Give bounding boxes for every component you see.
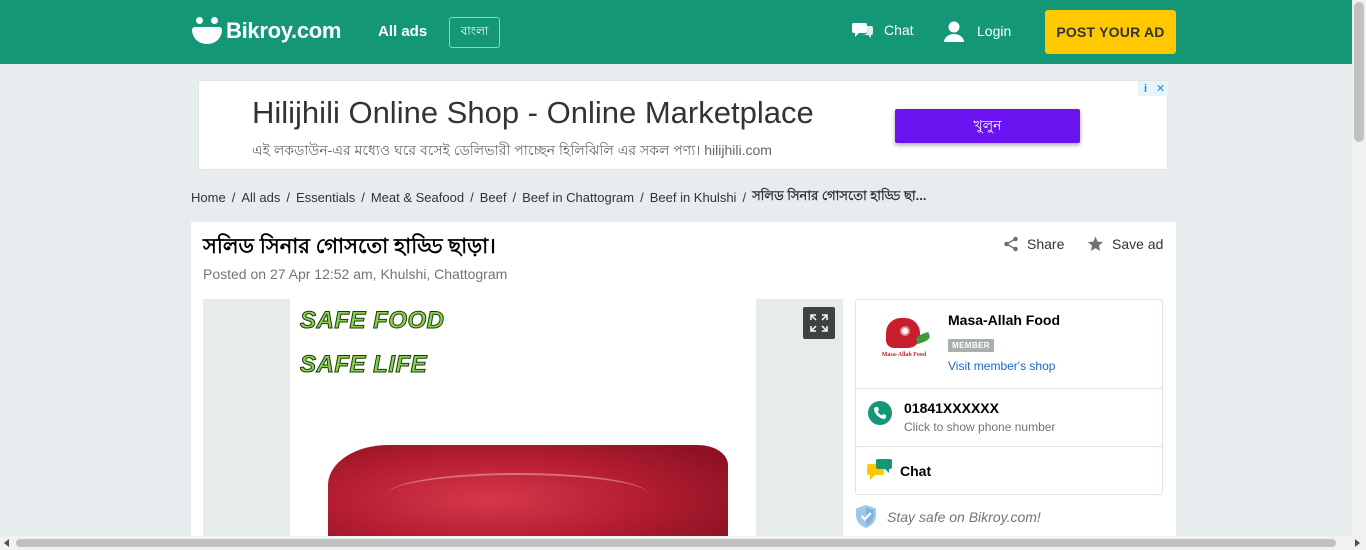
seller-panel: Masa-Allah Food Masa-Allah Food MEMBER V… — [855, 299, 1163, 495]
all-ads-link[interactable]: All ads — [378, 23, 427, 40]
site-header: Bikroy.com All ads বাংলা Chat Login POST… — [0, 0, 1352, 64]
phone-icon — [868, 401, 892, 425]
chat-icon — [867, 459, 892, 480]
breadcrumb-all-ads[interactable]: All ads — [241, 190, 280, 205]
vertical-scroll-thumb[interactable] — [1354, 2, 1364, 142]
header-chat-link[interactable]: Chat — [852, 20, 914, 40]
ad-banner-title[interactable]: Hilijhili Online Shop - Online Marketpla… — [252, 95, 814, 131]
listing-photo[interactable]: SAFE FOOD SAFE LIFE — [290, 299, 756, 536]
breadcrumb-separator: / — [470, 190, 474, 205]
advertisement-banner[interactable]: Hilijhili Online Shop - Online Marketpla… — [198, 80, 1168, 170]
smiley-logo-icon — [192, 16, 222, 46]
share-icon — [1004, 236, 1018, 252]
breadcrumb-home[interactable]: Home — [191, 190, 226, 205]
seller-chat-button[interactable]: Chat — [856, 447, 1162, 495]
breadcrumb-beef-khulshi[interactable]: Beef in Khulshi — [650, 190, 737, 205]
save-ad-button[interactable]: Save ad — [1087, 236, 1163, 252]
chat-bubbles-icon — [852, 23, 873, 38]
breadcrumb-separator: / — [512, 190, 517, 205]
share-label: Share — [1027, 236, 1065, 252]
breadcrumb-current: সলিড সিনার গোসতো হাড্ডি ছা... — [752, 188, 927, 203]
breadcrumb-separator: / — [742, 190, 747, 205]
breadcrumb: Home / All ads / Essentials / Meat & Sea… — [191, 187, 926, 208]
header-chat-label: Chat — [884, 22, 914, 38]
breadcrumb-separator: / — [361, 190, 365, 205]
expand-icon — [810, 314, 828, 332]
ad-close-icon[interactable]: ✕ — [1153, 81, 1168, 96]
horizontal-scrollbar[interactable] — [0, 536, 1366, 550]
phone-hint: Click to show phone number — [904, 420, 1056, 434]
ad-banner-open-button[interactable]: খুলুন — [895, 109, 1080, 143]
ad-choices: i ✕ — [1138, 81, 1168, 96]
vertical-scrollbar[interactable] — [1352, 0, 1366, 536]
breadcrumb-separator: / — [640, 190, 644, 205]
seller-info: Masa-Allah Food Masa-Allah Food MEMBER V… — [856, 300, 1162, 389]
visit-shop-link[interactable]: Visit member's shop — [948, 359, 1055, 373]
scroll-left-arrow-icon[interactable] — [4, 539, 9, 547]
photo-text-safe-life: SAFE LIFE — [299, 351, 428, 379]
post-your-ad-button[interactable]: POST YOUR AD — [1045, 10, 1176, 54]
fullscreen-button[interactable] — [803, 307, 835, 339]
breadcrumb-beef[interactable]: Beef — [480, 190, 507, 205]
header-login-link[interactable]: Login — [943, 20, 1011, 42]
shield-check-icon — [856, 505, 876, 528]
language-toggle-button[interactable]: বাংলা — [449, 17, 500, 48]
show-phone-button[interactable]: 01841XXXXXX Click to show phone number — [856, 389, 1162, 447]
listing-card: সলিড সিনার গোসতো হাড্ডি ছাড়া। Posted on… — [191, 222, 1176, 536]
breadcrumb-meat-seafood[interactable]: Meat & Seafood — [371, 190, 464, 205]
image-gallery[interactable]: SAFE FOOD SAFE LIFE — [203, 299, 843, 536]
photo-text-safe-food: SAFE FOOD — [300, 307, 445, 335]
logo-text: Bikroy.com — [226, 18, 342, 43]
seller-logo-caption: Masa-Allah Food — [881, 352, 927, 358]
horizontal-scroll-thumb[interactable] — [16, 539, 1336, 547]
ad-info-icon[interactable]: i — [1138, 81, 1153, 96]
header-login-label: Login — [977, 23, 1012, 39]
listing-posted-info: Posted on 27 Apr 12:52 am, Khulshi, Chat… — [203, 266, 508, 282]
ad-banner-subtitle: এই লকডাউন-এর মধ্যেও ঘরে বসেই ডেলিভারী পা… — [252, 142, 772, 158]
breadcrumb-separator: / — [286, 190, 290, 205]
seller-name: Masa-Allah Food — [948, 312, 1061, 328]
bikroy-logo[interactable]: Bikroy.com — [192, 16, 341, 46]
breadcrumb-separator: / — [231, 190, 236, 205]
safety-text: Stay safe on Bikroy.com! — [887, 508, 1041, 525]
beef-meat-image — [328, 445, 728, 536]
star-icon — [1087, 236, 1104, 251]
share-button[interactable]: Share — [1003, 236, 1064, 252]
scroll-right-arrow-icon[interactable] — [1355, 539, 1360, 547]
seller-logo[interactable]: Masa-Allah Food — [876, 316, 932, 364]
breadcrumb-essentials[interactable]: Essentials — [296, 190, 355, 205]
user-icon — [944, 21, 964, 42]
member-badge: MEMBER — [948, 339, 994, 352]
save-ad-label: Save ad — [1112, 236, 1164, 252]
listing-title: সলিড সিনার গোসতো হাড্ডি ছাড়া। — [203, 235, 496, 258]
phone-number: 01841XXXXXX — [904, 400, 999, 416]
safety-notice[interactable]: Stay safe on Bikroy.com! — [855, 504, 1041, 529]
seller-chat-label: Chat — [900, 463, 932, 479]
breadcrumb-beef-chattogram[interactable]: Beef in Chattogram — [522, 190, 634, 205]
